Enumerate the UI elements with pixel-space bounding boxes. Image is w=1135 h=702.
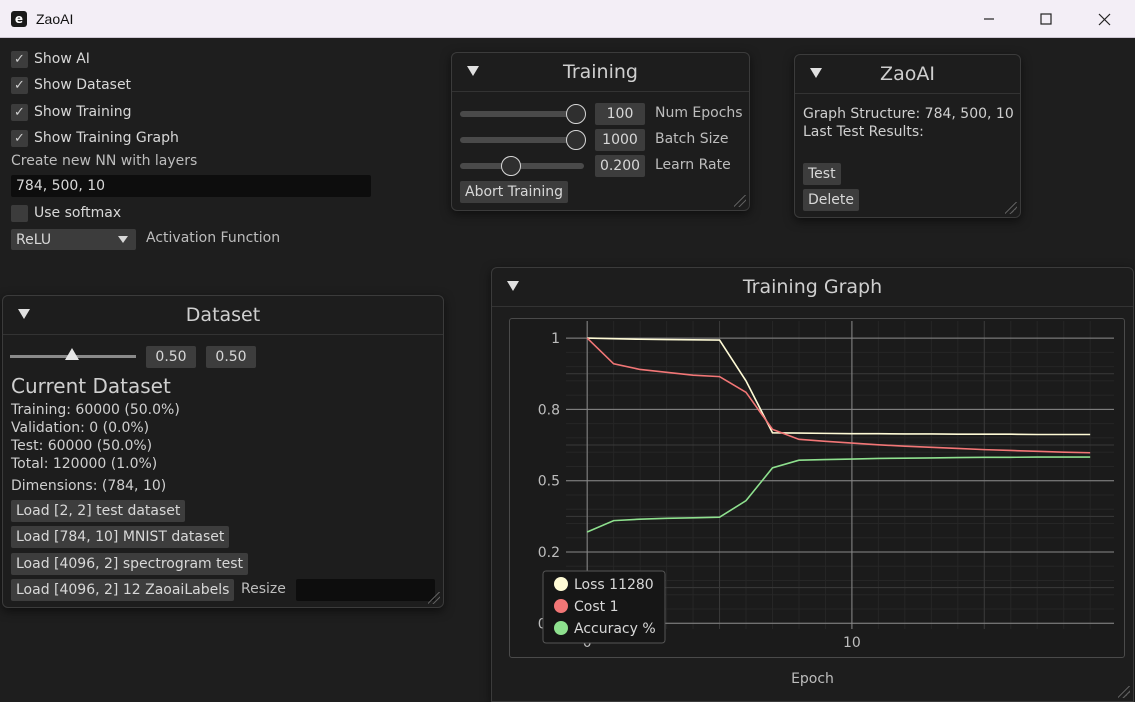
load-mnist-dataset-button[interactable]: Load [784, 10] MNIST dataset bbox=[11, 526, 230, 548]
num-epochs-value[interactable]: 100 bbox=[595, 103, 645, 125]
activation-function-label: Activation Function bbox=[146, 230, 281, 246]
activation-selected-value: ReLU bbox=[16, 231, 52, 248]
delete-button[interactable]: Delete bbox=[803, 189, 859, 211]
use-softmax-checkbox[interactable]: Use softmax bbox=[11, 203, 121, 223]
close-button[interactable] bbox=[1075, 0, 1133, 38]
resize-grip-icon[interactable] bbox=[734, 195, 746, 207]
dimensions-text: Dimensions: (784, 10) bbox=[11, 478, 167, 494]
panel-title: Training bbox=[563, 61, 638, 83]
legend-label-0: Loss 11280 bbox=[574, 577, 654, 593]
panel-title: Training Graph bbox=[742, 276, 883, 298]
y-tick-label: 0.5 bbox=[538, 474, 560, 490]
resize-input[interactable] bbox=[296, 579, 435, 601]
panel-title: Dataset bbox=[185, 304, 261, 326]
dataset-panel-header[interactable]: Dataset bbox=[3, 296, 443, 335]
y-tick-label: 1 bbox=[551, 331, 560, 347]
maximize-icon bbox=[1040, 13, 1052, 25]
load-zaoai-labels-button[interactable]: Load [4096, 2] 12 ZaoaiLabels bbox=[11, 579, 235, 601]
checkbox-label: Show AI bbox=[34, 51, 90, 67]
main-controls: ✓ Show AI ✓ Show Dataset ✓ Show Training… bbox=[0, 38, 440, 268]
num-epochs-slider-thumb[interactable] bbox=[566, 104, 586, 124]
window-title: ZaoAI bbox=[36, 10, 74, 27]
split-value-2[interactable]: 0.50 bbox=[206, 346, 256, 368]
legend-marker-1 bbox=[554, 599, 568, 613]
abort-training-button[interactable]: Abort Training bbox=[460, 181, 568, 203]
legend-marker-0 bbox=[554, 577, 568, 591]
nn-layers-label: Create new NN with layers bbox=[11, 153, 198, 169]
dataset-panel: Dataset 0.50 0.50 Current Dataset Traini… bbox=[2, 295, 444, 608]
title-bar: e ZaoAI bbox=[0, 0, 1135, 38]
resize-grip-icon[interactable] bbox=[1118, 686, 1130, 698]
training-stat: Training: 60000 (50.0%) bbox=[11, 402, 180, 418]
split-value-1[interactable]: 0.50 bbox=[146, 346, 196, 368]
last-test-results-text: Last Test Results: bbox=[803, 124, 924, 140]
minimize-button[interactable] bbox=[960, 0, 1018, 38]
nn-layers-input[interactable] bbox=[11, 175, 371, 197]
split-slider-thumb-icon[interactable] bbox=[65, 348, 79, 360]
checkbox-label: Use softmax bbox=[34, 205, 122, 221]
chevron-down-icon bbox=[118, 236, 128, 243]
load-spectrogram-test-button[interactable]: Load [4096, 2] spectrogram test bbox=[11, 553, 249, 575]
zaoai-panel-header[interactable]: ZaoAI bbox=[795, 55, 1020, 94]
resize-label: Resize bbox=[241, 581, 286, 597]
x-axis-label: Epoch bbox=[791, 671, 834, 687]
num-epochs-label: Num Epochs bbox=[655, 105, 743, 121]
checkmark-icon: ✓ bbox=[11, 129, 28, 147]
learn-rate-value[interactable]: 0.200 bbox=[595, 155, 645, 177]
minimize-icon bbox=[984, 18, 994, 20]
legend-marker-2 bbox=[554, 621, 568, 635]
training-graph-panel: Training Graph 0100.00.20.50.81Loss 1128… bbox=[491, 267, 1134, 702]
training-panel-header[interactable]: Training bbox=[452, 53, 749, 92]
y-tick-label: 0.2 bbox=[538, 545, 560, 561]
learn-rate-label: Learn Rate bbox=[655, 157, 731, 173]
plot-area[interactable]: 0100.00.20.50.81Loss 11280Cost 1Accuracy… bbox=[509, 318, 1125, 658]
collapse-arrow-icon[interactable] bbox=[809, 66, 823, 80]
batch-size-slider-thumb[interactable] bbox=[566, 130, 586, 150]
test-button[interactable]: Test bbox=[803, 163, 841, 185]
checkmark-icon: ✓ bbox=[11, 76, 28, 94]
x-tick-label: 10 bbox=[843, 635, 861, 651]
zaoai-panel: ZaoAI Graph Structure: 784, 500, 10 Last… bbox=[794, 54, 1021, 218]
y-tick-label: 0.8 bbox=[538, 402, 560, 418]
validation-stat: Validation: 0 (0.0%) bbox=[11, 420, 150, 436]
checkbox-label: Show Training Graph bbox=[34, 130, 179, 146]
batch-size-label: Batch Size bbox=[655, 131, 729, 147]
checkbox-box bbox=[11, 204, 28, 222]
maximize-button[interactable] bbox=[1017, 0, 1075, 38]
collapse-arrow-icon[interactable] bbox=[506, 279, 520, 293]
training-graph-chart: 0100.00.20.50.81Loss 11280Cost 1Accuracy… bbox=[538, 321, 1114, 651]
collapse-arrow-icon[interactable] bbox=[466, 64, 480, 78]
show-ai-checkbox[interactable]: ✓ Show AI bbox=[11, 49, 90, 69]
graph-structure-text: Graph Structure: 784, 500, 10 bbox=[803, 106, 1014, 122]
legend-label-2: Accuracy % bbox=[574, 621, 656, 637]
test-stat: Test: 60000 (50.0%) bbox=[11, 438, 153, 454]
resize-grip-icon[interactable] bbox=[428, 592, 440, 604]
resize-grip-icon[interactable] bbox=[1005, 202, 1017, 214]
collapse-arrow-icon[interactable] bbox=[17, 307, 31, 321]
checkbox-label: Show Dataset bbox=[34, 77, 132, 93]
show-training-graph-checkbox[interactable]: ✓ Show Training Graph bbox=[11, 128, 179, 148]
batch-size-value[interactable]: 1000 bbox=[595, 129, 645, 151]
show-training-checkbox[interactable]: ✓ Show Training bbox=[11, 102, 131, 122]
checkbox-label: Show Training bbox=[34, 104, 132, 120]
load-test-dataset-button[interactable]: Load [2, 2] test dataset bbox=[11, 500, 186, 522]
training-panel: Training 100 Num Epochs 1000 Batch Size … bbox=[451, 52, 750, 211]
checkmark-icon: ✓ bbox=[11, 50, 28, 68]
activation-function-select[interactable]: ReLU bbox=[11, 229, 136, 250]
learn-rate-slider[interactable] bbox=[460, 163, 584, 169]
checkmark-icon: ✓ bbox=[11, 103, 28, 121]
training-graph-panel-header[interactable]: Training Graph bbox=[492, 268, 1133, 307]
panel-title: ZaoAI bbox=[880, 63, 935, 85]
close-icon bbox=[1098, 13, 1110, 25]
app-icon: e bbox=[11, 10, 27, 27]
show-dataset-checkbox[interactable]: ✓ Show Dataset bbox=[11, 75, 131, 95]
current-dataset-heading: Current Dataset bbox=[11, 374, 171, 398]
learn-rate-slider-thumb[interactable] bbox=[501, 156, 521, 176]
total-stat: Total: 120000 (1.0%) bbox=[11, 456, 158, 472]
legend-label-1: Cost 1 bbox=[574, 599, 618, 615]
